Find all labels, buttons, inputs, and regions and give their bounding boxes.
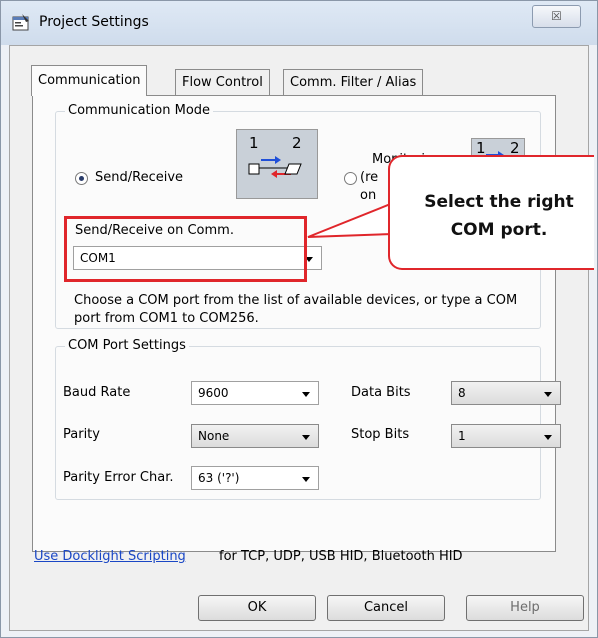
cancel-button[interactable]: Cancel (327, 595, 445, 621)
baud-rate-label: Baud Rate (63, 385, 131, 400)
monitoring-radio[interactable] (344, 172, 357, 185)
window-title: Project Settings (39, 14, 149, 30)
close-icon: ☒ (551, 9, 562, 23)
dialog-client: Communication Flow Control Comm. Filter … (9, 45, 589, 631)
data-bits-label: Data Bits (351, 385, 411, 400)
docklight-scripting-link[interactable]: Use Docklight Scripting (34, 549, 186, 564)
scripting-note: for TCP, UDP, USB HID, Bluetooth HID (219, 549, 463, 564)
com-port-help-text: Choose a COM port from the list of avail… (74, 293, 518, 326)
chevron-down-icon (302, 435, 310, 440)
chevron-down-icon (544, 435, 552, 440)
settings-window-icon (12, 14, 29, 31)
baud-rate-value: 9600 (198, 386, 229, 400)
callout-line-2: COM port. (450, 220, 548, 240)
monitoring-label-line2: (re (360, 170, 379, 185)
data-bits-value: 8 (458, 386, 466, 400)
parity-error-char-combo[interactable]: 63 ('?') (191, 466, 319, 490)
send-receive-radio[interactable] (75, 172, 88, 185)
stop-bits-label: Stop Bits (351, 427, 410, 442)
data-flow-icon (248, 156, 302, 178)
chevron-down-icon (544, 392, 552, 397)
chevron-down-icon (302, 477, 310, 482)
stop-bits-select[interactable]: 1 (451, 424, 561, 448)
parity-select[interactable]: None (191, 424, 319, 448)
close-button[interactable]: ☒ (532, 5, 581, 28)
callout-text: Select the right COM port. (405, 188, 593, 244)
project-settings-dialog: Project Settings ☒ Communication Flow Co… (0, 0, 598, 638)
tab-communication[interactable]: Communication (31, 65, 148, 96)
help-button[interactable]: Help (466, 595, 584, 621)
parity-error-char-value: 63 ('?') (198, 471, 240, 485)
ok-button[interactable]: OK (198, 595, 316, 621)
baud-rate-combo[interactable]: 9600 (191, 381, 319, 405)
title-bar: Project Settings ☒ (1, 1, 597, 45)
data-bits-select[interactable]: 8 (451, 381, 561, 405)
tab-comm-filter-alias[interactable]: Comm. Filter / Alias (283, 69, 424, 95)
communication-mode-title: Communication Mode (65, 103, 214, 118)
stop-bits-value: 1 (458, 429, 466, 443)
parity-error-char-label: Parity Error Char. (63, 470, 174, 485)
tab-flow-control[interactable]: Flow Control (175, 69, 270, 95)
com-port-settings-title: COM Port Settings (65, 338, 189, 353)
parity-value: None (198, 429, 230, 443)
com-port-highlight-box (64, 216, 307, 282)
radio-selected-dot (79, 176, 84, 181)
parity-label: Parity (63, 427, 100, 442)
callout-line-1: Select the right (424, 192, 574, 212)
send-receive-label[interactable]: Send/Receive (95, 170, 183, 185)
chevron-down-icon (302, 392, 310, 397)
send-receive-diagram: 1 2 (236, 129, 318, 199)
